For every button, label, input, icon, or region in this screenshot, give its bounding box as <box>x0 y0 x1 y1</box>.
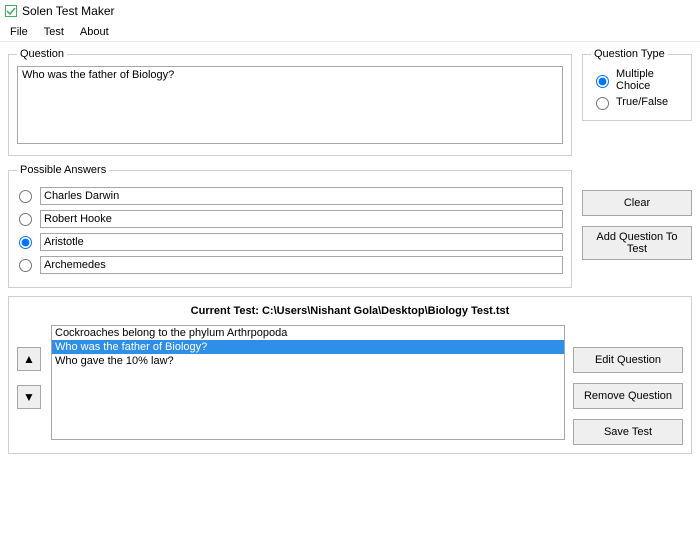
qtype-multiple-radio[interactable] <box>596 75 609 88</box>
answer-input-2[interactable] <box>40 233 563 251</box>
answer-row-0 <box>17 187 563 205</box>
menu-about[interactable]: About <box>72 24 117 40</box>
question-textarea[interactable] <box>17 66 563 144</box>
answer-row-2 <box>17 233 563 251</box>
questions-listbox[interactable]: Cockroaches belong to the phylum Arthrpo… <box>51 325 565 440</box>
answers-legend: Possible Answers <box>17 164 109 176</box>
answer-input-0[interactable] <box>40 187 563 205</box>
remove-question-button[interactable]: Remove Question <box>573 383 683 409</box>
answer-input-3[interactable] <box>40 256 563 274</box>
menu-test[interactable]: Test <box>36 24 72 40</box>
answer-row-3 <box>17 256 563 274</box>
current-test-header: Current Test: C:\Users\Nishant Gola\Desk… <box>17 305 683 317</box>
current-test-label-prefix: Current Test: <box>191 305 262 317</box>
client-area: Question Question Type Multiple Choice T… <box>0 42 700 470</box>
qtype-multiple-choice[interactable]: Multiple Choice <box>591 68 683 92</box>
save-test-button[interactable]: Save Test <box>573 419 683 445</box>
current-test-side-column: Edit Question Remove Question Save Test <box>573 325 683 445</box>
clear-button[interactable]: Clear <box>582 190 692 216</box>
move-down-button[interactable]: ▼ <box>17 385 41 409</box>
qtype-truefalse-radio[interactable] <box>596 97 609 110</box>
triangle-up-icon: ▲ <box>23 352 35 366</box>
qtype-multiple-label: Multiple Choice <box>616 68 683 92</box>
qtype-true-false[interactable]: True/False <box>591 94 683 110</box>
answer-row-1 <box>17 210 563 228</box>
list-item[interactable]: Cockroaches belong to the phylum Arthrpo… <box>52 326 564 340</box>
menu-file[interactable]: File <box>2 24 36 40</box>
titlebar: Solen Test Maker <box>0 0 700 22</box>
question-legend: Question <box>17 48 67 60</box>
move-up-button[interactable]: ▲ <box>17 347 41 371</box>
window-title: Solen Test Maker <box>22 4 115 18</box>
current-test-group: Current Test: C:\Users\Nishant Gola\Desk… <box>8 296 692 454</box>
list-item[interactable]: Who was the father of Biology? <box>52 340 564 354</box>
answer-input-1[interactable] <box>40 210 563 228</box>
qtype-truefalse-label: True/False <box>616 96 668 108</box>
answers-side-column: Clear Add Question To Test <box>582 164 692 260</box>
answer-radio-0[interactable] <box>19 190 32 203</box>
app-icon <box>4 4 18 18</box>
triangle-down-icon: ▼ <box>23 390 35 404</box>
current-test-path: C:\Users\Nishant Gola\Desktop\Biology Te… <box>262 305 509 317</box>
reorder-controls: ▲ ▼ <box>17 325 43 409</box>
question-group: Question <box>8 48 572 156</box>
answer-radio-1[interactable] <box>19 213 32 226</box>
answer-radio-2[interactable] <box>19 236 32 249</box>
possible-answers-group: Possible Answers <box>8 164 572 288</box>
menubar: File Test About <box>0 22 700 42</box>
question-type-group: Question Type Multiple Choice True/False <box>582 48 692 121</box>
list-item[interactable]: Who gave the 10% law? <box>52 354 564 368</box>
add-question-button[interactable]: Add Question To Test <box>582 226 692 260</box>
answer-radio-3[interactable] <box>19 259 32 272</box>
edit-question-button[interactable]: Edit Question <box>573 347 683 373</box>
question-type-legend: Question Type <box>591 48 668 60</box>
